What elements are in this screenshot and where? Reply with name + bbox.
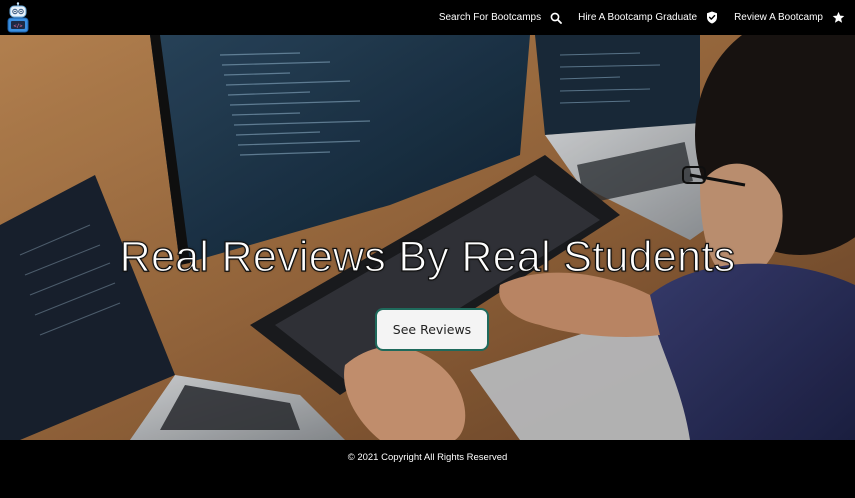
nav-search-bootcamps[interactable]: Search For Bootcamps	[439, 12, 562, 24]
copyright-text: © 2021 Copyright All Rights Reserved	[347, 452, 508, 463]
hero-section: Real Reviews By Real Students See Review…	[0, 35, 855, 440]
shield-check-icon	[706, 11, 718, 24]
star-icon	[832, 11, 845, 24]
nav-links: Search For Bootcamps Hire A Bootcamp Gra…	[439, 0, 855, 35]
page-footer: © 2021 Copyright All Rights Reserved	[0, 440, 855, 498]
svg-text:</>: </>	[13, 24, 22, 30]
search-icon	[550, 12, 562, 24]
nav-search-label: Search For Bootcamps	[438, 12, 542, 23]
nav-hire-graduate[interactable]: Hire A Bootcamp Graduate	[578, 11, 718, 24]
top-navbar: </> Search For Bootcamps Hire A Bootcamp…	[0, 0, 855, 35]
nav-review-label: Review A Bootcamp	[734, 12, 823, 23]
robot-coder-logo[interactable]: </>	[6, 2, 30, 34]
nav-hire-label: Hire A Bootcamp Graduate	[578, 12, 698, 23]
nav-review-bootcamp[interactable]: Review A Bootcamp	[734, 11, 845, 24]
hero-title: Real Reviews By Real Students	[119, 232, 736, 281]
see-reviews-button[interactable]: See Reviews	[375, 308, 489, 351]
